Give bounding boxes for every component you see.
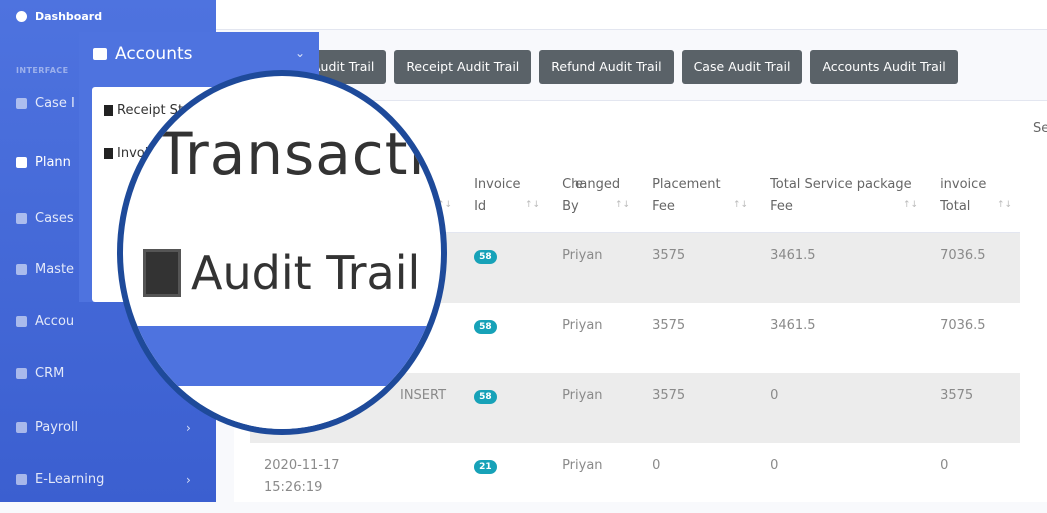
search-label: Se: [1033, 121, 1047, 136]
sidebar-item-planner[interactable]: Plann: [16, 155, 71, 170]
sort-icon: ↑↓: [996, 200, 1013, 210]
magnified-transaction-label: Transacti: [157, 120, 426, 188]
col-header-placement-fee[interactable]: Placement Fee ↑↓: [638, 160, 757, 233]
file-icon: [16, 422, 27, 433]
graduation-icon: [16, 474, 27, 485]
invoice-badge: 21: [474, 459, 497, 474]
magnifier-lens: Transacti Audit Trail: [117, 70, 447, 435]
chevron-down-icon[interactable]: ⌄: [295, 46, 305, 60]
tab-case-audit-trail[interactable]: Case Audit Trail: [681, 50, 803, 84]
invoice-badge: 58: [474, 319, 497, 334]
file-icon: [16, 264, 27, 275]
sidebar-item-payroll[interactable]: Payroll›: [16, 420, 191, 435]
tab-refund-audit-trail[interactable]: Refund Audit Trail: [539, 50, 674, 84]
calendar-icon: [16, 157, 27, 168]
sort-icon: ↑↓: [614, 200, 631, 210]
lens-table-strip: [123, 386, 441, 429]
invoice-badge: 58: [474, 389, 497, 404]
receipt-icon: [104, 105, 113, 116]
sort-icon: ↑↓: [732, 200, 749, 210]
tab-bar: Audit Trail Receipt Audit Trail Refund A…: [300, 50, 958, 84]
sidebar-item-cases[interactable]: Cases: [16, 211, 74, 226]
col-header-invoice-id[interactable]: Invoice Id ↑↓: [460, 160, 549, 233]
sidebar-item-case[interactable]: Case I: [16, 96, 75, 111]
case-icon: [16, 98, 27, 109]
sort-icon: ↑↓: [524, 200, 541, 210]
lens-sidebar-strip: [123, 326, 441, 386]
sidebar-item-elearning[interactable]: E-Learning ›: [16, 472, 191, 487]
money-icon: [93, 48, 107, 60]
money-icon: [16, 316, 27, 327]
invoice-badge: 58: [474, 250, 497, 264]
accounts-menu-header[interactable]: Accounts: [93, 44, 193, 64]
col-header-service-fee[interactable]: Total Service package Fee ↑↓: [756, 160, 927, 233]
dashboard-icon: [16, 11, 27, 22]
chevron-right-icon: ›: [186, 472, 191, 487]
col-header-changed-by[interactable]: Changed By ↑↓: [548, 160, 639, 233]
invoice-icon: [104, 148, 113, 159]
table-row[interactable]: 2020-11-17 15:26:19 21 Priyan 0 0 0: [250, 443, 1020, 513]
sidebar-item-accounts[interactable]: Accou: [16, 314, 74, 329]
audit-trail-icon: [143, 249, 181, 297]
magnified-audit-trail-item[interactable]: Audit Trail: [143, 246, 420, 300]
sidebar-item-master[interactable]: Maste: [16, 262, 74, 277]
users-icon: [16, 368, 27, 379]
topbar: [216, 0, 1047, 30]
briefcase-icon: [16, 213, 27, 224]
col-header-invoice-total[interactable]: invoice Total ↑↓: [926, 160, 1021, 233]
tab-receipt-audit-trail[interactable]: Receipt Audit Trail: [394, 50, 532, 84]
tab-accounts-audit-trail[interactable]: Accounts Audit Trail: [810, 50, 958, 84]
sidebar-item-crm[interactable]: CRM: [16, 366, 64, 381]
sidebar-heading: INTERFACE: [16, 66, 69, 75]
sort-icon: ↑↓: [902, 200, 919, 210]
sidebar-item-dashboard[interactable]: Dashboard: [16, 10, 102, 23]
